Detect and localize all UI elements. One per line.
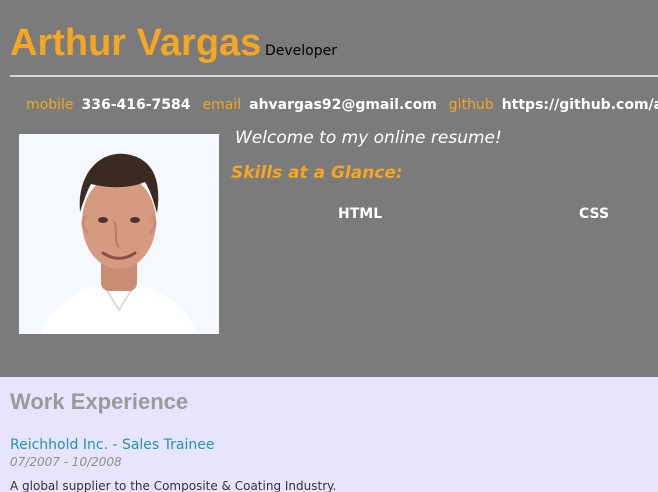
contact-list: mobile 336-416-7584 email ahvargas92@gmail.…: [26, 95, 658, 117]
contact-value-github[interactable]: https://github.com/ahv: [502, 97, 658, 113]
contact-label-email: email: [202, 97, 242, 113]
profile-photo: [19, 134, 219, 334]
skill-item-html: HTML: [338, 206, 383, 222]
job-title-link[interactable]: Reichhold Inc. - Sales Trainee: [10, 436, 214, 454]
resume-header: Arthur Vargas Developer mobile 336-416-75…: [0, 0, 658, 377]
profile-photo-icon: [19, 134, 219, 334]
contact-value-mobile: 336-416-7584: [81, 97, 191, 113]
work-experience-title: Work Experience: [10, 389, 189, 414]
skill-item-css: CSS: [579, 206, 610, 222]
job-description: A global supplier to the Composite & Coa…: [10, 479, 337, 492]
skills-title: Skills at a Glance:: [231, 163, 403, 183]
applicant-name: Arthur Vargas: [10, 22, 262, 64]
resume-page: Arthur Vargas Developer mobile 336-416-75…: [0, 0, 658, 492]
welcome-message: Welcome to my online resume!: [235, 128, 502, 148]
contact-label-github: github: [448, 97, 494, 113]
header-divider: [10, 75, 658, 77]
contact-value-email[interactable]: ahvargas92@gmail.com: [249, 97, 437, 113]
applicant-role: Developer: [265, 43, 338, 59]
contact-label-mobile: mobile: [26, 97, 74, 113]
job-dates: 07/2007 - 10/2008: [10, 455, 122, 469]
